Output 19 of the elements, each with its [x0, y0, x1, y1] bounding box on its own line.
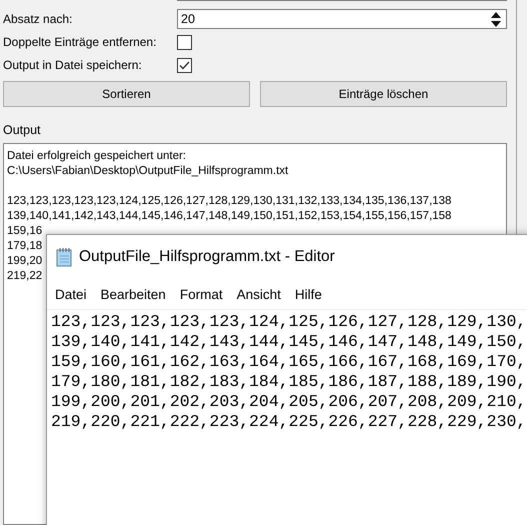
menu-item[interactable]: Hilfe	[294, 286, 322, 302]
notepad-icon	[55, 247, 73, 267]
menu-item[interactable]: Format	[180, 286, 223, 302]
sort-button[interactable]: Sortieren	[3, 81, 250, 107]
menu-item[interactable]: Datei	[55, 286, 87, 302]
editor-text[interactable]: 123,123,123,123,123,124,125,126,127,128,129,130, 139,140,141,142,143,144,145,146,147,148,149,150, 159,160,161,162,163,164,165,166,167,168,169,170, 179,180,181,182,183,184,185,186,187,188,189,190, 199,200,201,202,203,204,205,206,207,208,209,210, 219,220,221,222,223,224,225,226,227,228,229,230,	[47, 310, 527, 434]
checkbox-label: Output in Datei speichern:	[3, 58, 143, 72]
up-arrow-icon[interactable]	[490, 10, 502, 18]
menu-item[interactable]: Bearbeiten	[100, 286, 166, 302]
checkbox[interactable]	[177, 34, 192, 50]
window-title: OutputFile_Hilfsprogramm.txt - Editor	[79, 248, 335, 266]
section-label: Output	[3, 123, 41, 137]
clear-button[interactable]: Einträge löschen	[260, 81, 507, 107]
down-arrow-icon[interactable]	[490, 20, 502, 28]
field-label: Absatz nach:	[3, 12, 74, 26]
menu-item[interactable]: Ansicht	[236, 286, 281, 302]
checkbox-label: Doppelte Einträge entfernen:	[3, 35, 158, 49]
number-field[interactable]: 20	[177, 9, 507, 29]
checkbox[interactable]	[177, 58, 192, 72]
